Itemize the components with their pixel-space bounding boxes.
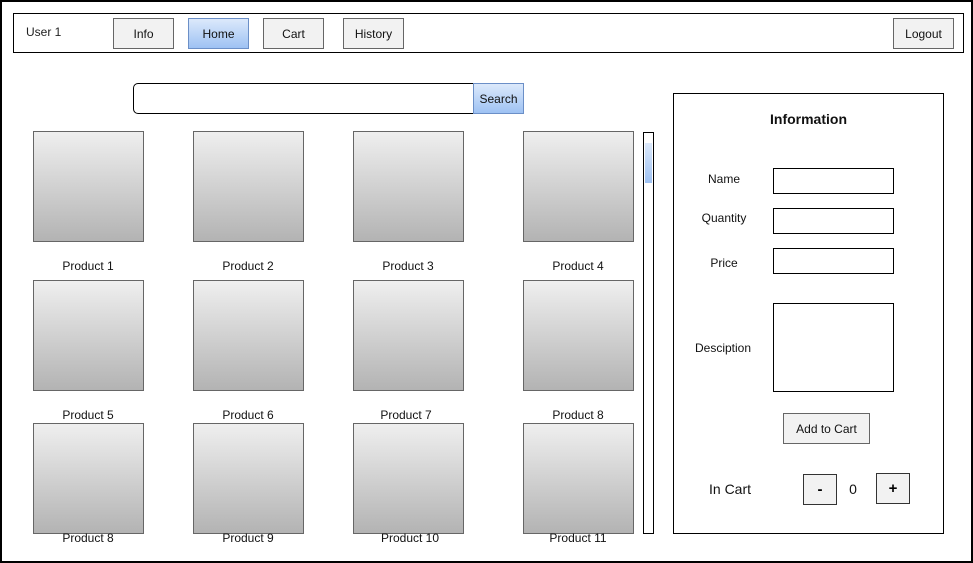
scroll-thumb[interactable] [645,143,652,183]
product-image[interactable] [523,423,634,534]
logout-button[interactable]: Logout [893,18,954,49]
name-field[interactable] [773,168,894,194]
product-label: Product 2 [222,259,274,273]
product-image[interactable] [193,280,304,391]
cart-count: 0 [849,481,857,497]
panel-title: Information [770,111,847,127]
product-label: Product 1 [62,259,114,273]
nav-history-button[interactable]: History [343,18,404,49]
quantity-label: Quantity [701,211,747,225]
description-label: Desciption [694,341,752,355]
search-button[interactable]: Search [473,83,524,114]
nav-home-button[interactable]: Home [188,18,249,49]
name-label: Name [707,172,740,186]
product-label: Product 11 [549,531,607,545]
product-list-scrollbar[interactable] [643,132,654,534]
product-image[interactable] [33,131,144,242]
top-nav-bar: User 1 Info Home Cart History Logout [13,13,964,53]
product-image[interactable] [353,423,464,534]
information-panel: Information Name Quantity Price Descipti… [673,93,944,534]
app-frame: User 1 Info Home Cart History Logout Sea… [0,0,973,563]
user-name: User 1 [26,25,62,39]
product-label: Product 8 [552,408,604,422]
product-image[interactable] [523,280,634,391]
nav-info-button[interactable]: Info [113,18,174,49]
product-image[interactable] [193,423,304,534]
product-label: Product 4 [552,259,604,273]
price-field[interactable] [773,248,894,274]
product-image[interactable] [193,131,304,242]
product-label: Product 9 [222,531,274,545]
product-label: Product 7 [380,408,432,422]
product-image[interactable] [523,131,634,242]
product-label: Product 5 [62,408,114,422]
product-image[interactable] [33,280,144,391]
product-label: Product 8 [62,531,114,545]
product-label: Product 10 [380,531,440,545]
product-label: Product 3 [382,259,434,273]
product-image[interactable] [353,131,464,242]
product-label: Product 6 [222,408,274,422]
quantity-field[interactable] [773,208,894,234]
description-field[interactable] [773,303,894,392]
add-to-cart-button[interactable]: Add to Cart [783,413,870,444]
search-input[interactable] [133,83,474,114]
product-image[interactable] [353,280,464,391]
nav-cart-button[interactable]: Cart [263,18,324,49]
decrement-button[interactable]: - [803,474,837,505]
product-image[interactable] [33,423,144,534]
price-label: Price [710,256,738,270]
in-cart-label: In Cart [709,481,752,497]
increment-button[interactable]: + [876,473,910,504]
